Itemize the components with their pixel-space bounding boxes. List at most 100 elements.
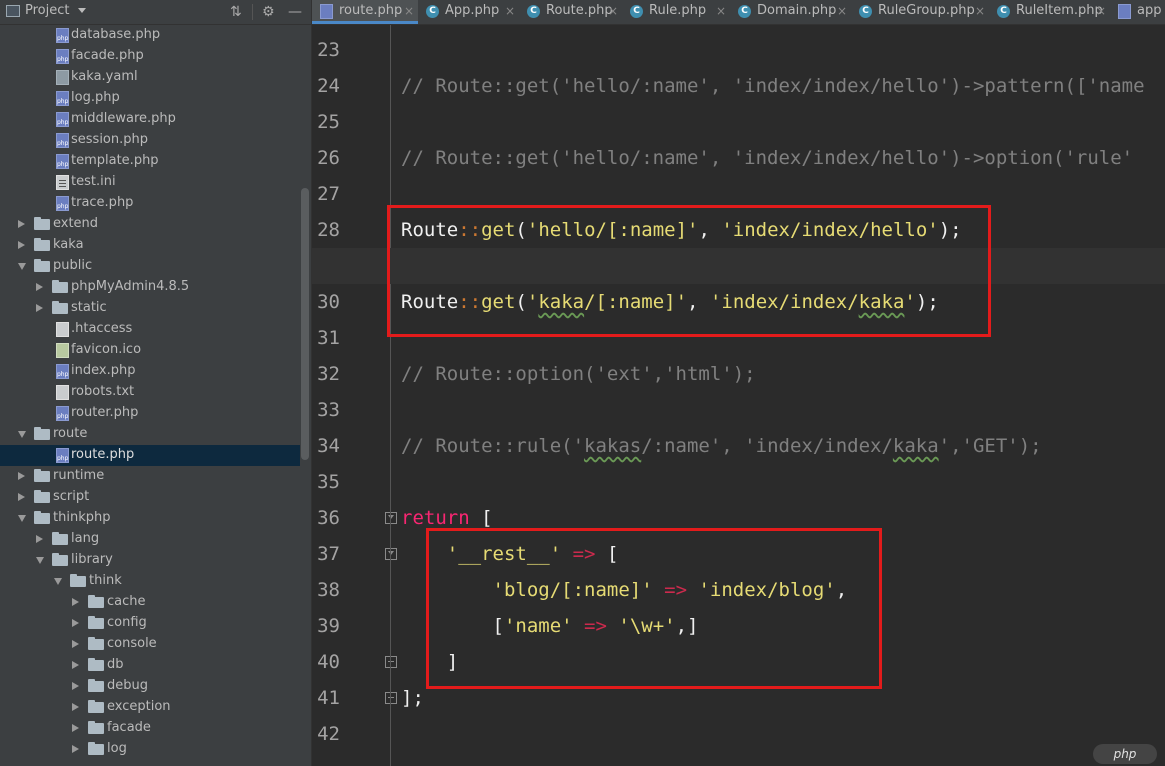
code-line[interactable]: ]; [401,680,424,716]
collapse-all-icon[interactable]: ⇅ [230,3,242,21]
tree-file[interactable]: database.php [0,25,300,46]
tree-item-label: runtime [53,468,105,483]
tree-file[interactable]: kaka.yaml [0,67,300,88]
code-line[interactable]: // Route::option('ext','html'); [401,356,756,392]
fold-icon[interactable] [385,512,397,524]
chevron-right-icon[interactable] [72,598,79,606]
tree-folder[interactable]: phpMyAdmin4.8.5 [0,277,300,298]
tree-file[interactable]: log.php [0,88,300,109]
php-file-icon [56,448,69,463]
line-number: 32 [317,363,340,385]
sidebar-scrollbar[interactable] [301,188,309,460]
fold-icon[interactable] [385,548,397,560]
chevron-down-icon[interactable] [54,578,62,585]
tree-file[interactable]: .htaccess [0,319,300,340]
chevron-down-icon[interactable] [18,515,26,522]
tree-folder[interactable]: extend [0,214,300,235]
chevron-right-icon[interactable] [72,619,79,627]
chevron-down-icon[interactable] [18,263,26,270]
close-icon[interactable]: × [837,4,847,18]
close-icon[interactable]: × [404,4,414,18]
line-number: 39 [317,615,340,637]
chevron-down-icon[interactable] [36,557,44,564]
hide-panel-icon[interactable]: — [288,3,302,21]
close-icon[interactable]: × [505,4,515,18]
tree-folder[interactable]: db [0,655,300,676]
tree-folder[interactable]: kaka [0,235,300,256]
tab-route-php[interactable]: route.php × [312,0,418,24]
tree-folder[interactable]: config [0,613,300,634]
tree-folder[interactable]: library [0,550,300,571]
tree-folder[interactable]: exception [0,697,300,718]
fold-end-icon[interactable] [385,656,397,668]
code-editor[interactable]: 2324252627282930313233343536373839404142… [312,25,1165,766]
tab-rulegroup-php[interactable]: C RuleGroup.php × [851,0,989,24]
tree-file[interactable]: router.php [0,403,300,424]
tree-file[interactable]: favicon.ico [0,340,300,361]
tree-file[interactable]: index.php [0,361,300,382]
tree-folder[interactable]: think [0,571,300,592]
php-file-icon [56,28,69,43]
tab-app-php[interactable]: C App.php × [418,0,519,24]
fold-end-icon[interactable] [385,692,397,704]
line-number: 25 [317,111,340,133]
line-number: 37 [317,543,340,565]
project-icon [6,5,20,17]
chevron-right-icon[interactable] [72,640,79,648]
tree-file[interactable]: trace.php [0,193,300,214]
chevron-right-icon[interactable] [36,535,43,543]
chevron-right-icon[interactable] [18,241,25,249]
chevron-right-icon[interactable] [72,724,79,732]
tree-folder[interactable]: script [0,487,300,508]
chevron-right-icon[interactable] [18,493,25,501]
tree-folder[interactable]: cache [0,592,300,613]
tree-file[interactable]: middleware.php [0,109,300,130]
tree-folder[interactable]: lang [0,529,300,550]
close-icon[interactable]: × [716,4,726,18]
tree-file[interactable]: robots.txt [0,382,300,403]
tab-domain-php[interactable]: C Domain.php × [730,0,851,24]
chevron-right-icon[interactable] [72,745,79,753]
tab-rule-php[interactable]: C Rule.php × [622,0,730,24]
line-number: 35 [317,471,340,493]
tree-file[interactable]: test.ini [0,172,300,193]
chevron-right-icon[interactable] [72,682,79,690]
tree-item-label: index.php [71,363,136,378]
tree-folder[interactable]: debug [0,676,300,697]
tab-app[interactable]: app [1110,0,1165,24]
tree-file[interactable]: route.php [0,445,300,466]
tree-folder[interactable]: facade [0,718,300,739]
tree-folder[interactable]: log [0,739,300,760]
code-line[interactable]: // Route::rule('kakas/:name', 'index/ind… [401,428,1042,464]
gear-icon[interactable]: ⚙ [262,3,275,21]
tree-folder[interactable]: route [0,424,300,445]
chevron-right-icon[interactable] [18,220,25,228]
tree-folder[interactable]: console [0,634,300,655]
tree-file[interactable]: session.php [0,130,300,151]
tree-file[interactable]: facade.php [0,46,300,67]
class-icon: C [997,5,1010,18]
folder-icon [34,238,50,251]
project-view-selector[interactable]: Project [25,3,69,18]
tree-folder[interactable]: thinkphp [0,508,300,529]
chevron-right-icon[interactable] [72,661,79,669]
code-line[interactable]: // Route::get('hello/:name', 'index/inde… [401,68,1145,104]
highlight-box-routes [387,205,991,337]
chevron-right-icon[interactable] [36,283,43,291]
tree-file[interactable]: template.php [0,151,300,172]
chevron-right-icon[interactable] [72,703,79,711]
close-icon[interactable]: × [608,4,618,18]
code-token: // Route::rule(' [401,435,585,457]
tab-route-php[interactable]: C Route.php × [519,0,622,24]
chevron-down-icon[interactable] [18,431,26,438]
code-line[interactable]: // Route::get('hello/:name', 'index/inde… [401,140,1133,176]
chevron-right-icon[interactable] [36,304,43,312]
chevron-down-icon[interactable] [78,8,86,13]
tree-folder[interactable]: runtime [0,466,300,487]
tree-folder[interactable]: static [0,298,300,319]
close-icon[interactable]: × [1096,4,1106,18]
tab-ruleitem-php[interactable]: C RuleItem.php × [989,0,1110,24]
close-icon[interactable]: × [975,4,985,18]
tree-folder[interactable]: public [0,256,300,277]
chevron-right-icon[interactable] [18,472,25,480]
